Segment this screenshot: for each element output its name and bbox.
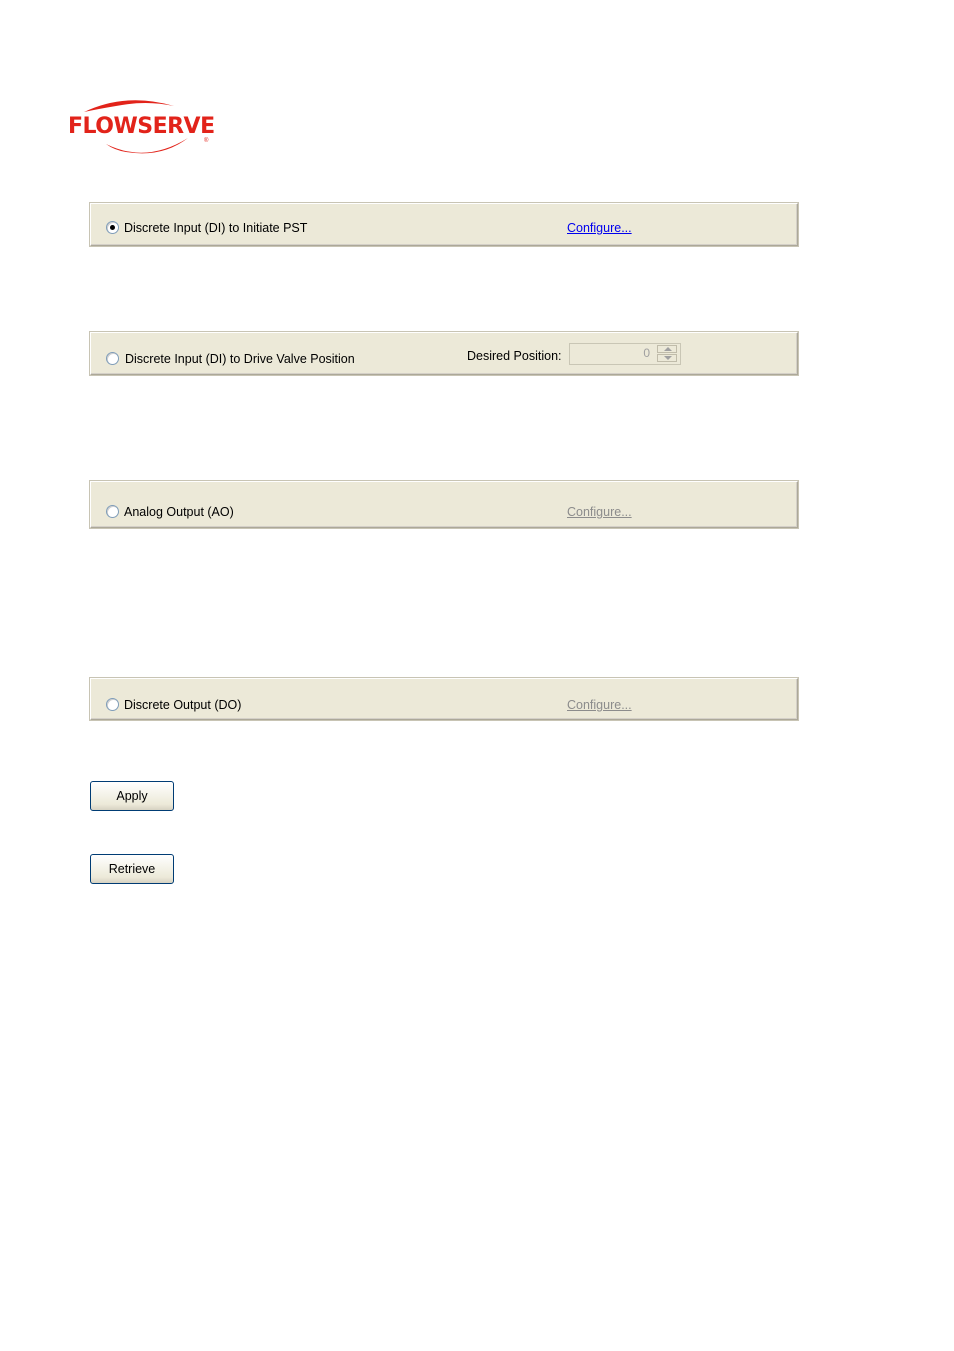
option-label: Analog Output (AO) — [124, 505, 234, 519]
configure-link-ao[interactable]: Configure... — [567, 505, 632, 519]
spinner-up-down-icon[interactable] — [657, 345, 679, 363]
panel-analog-output: Analog Output (AO) Configure... — [90, 481, 798, 528]
apply-button[interactable]: Apply — [90, 781, 174, 811]
option-label: Discrete Input (DI) to Initiate PST — [124, 221, 308, 235]
option-label: Discrete Input (DI) to Drive Valve Posit… — [125, 352, 355, 366]
retrieve-button[interactable]: Retrieve — [90, 854, 174, 884]
desired-position-input[interactable]: 0 — [569, 343, 681, 365]
brand-wordmark: FLOWSERVE — [68, 114, 215, 139]
panel-discrete-output: Discrete Output (DO) Configure... — [90, 678, 798, 720]
panel-di-drive-valve: Discrete Input (DI) to Drive Valve Posit… — [90, 332, 798, 375]
spin-down-button[interactable] — [657, 354, 677, 362]
option-label: Discrete Output (DO) — [124, 698, 242, 712]
desired-position-value: 0 — [643, 346, 650, 360]
radio-discrete-output[interactable] — [106, 698, 119, 711]
flowserve-logo: FLOWSERVE ® — [66, 98, 218, 156]
configure-link-pst[interactable]: Configure... — [567, 221, 632, 235]
panel-di-initiate-pst: Discrete Input (DI) to Initiate PST Conf… — [90, 203, 798, 246]
spin-up-button[interactable] — [657, 345, 677, 353]
radio-di-drive-valve[interactable] — [106, 352, 119, 365]
desired-position-label: Desired Position: — [467, 349, 562, 363]
registered-mark: ® — [204, 138, 209, 144]
radio-di-initiate-pst[interactable] — [106, 221, 119, 234]
radio-analog-output[interactable] — [106, 505, 119, 518]
configure-link-do[interactable]: Configure... — [567, 698, 632, 712]
